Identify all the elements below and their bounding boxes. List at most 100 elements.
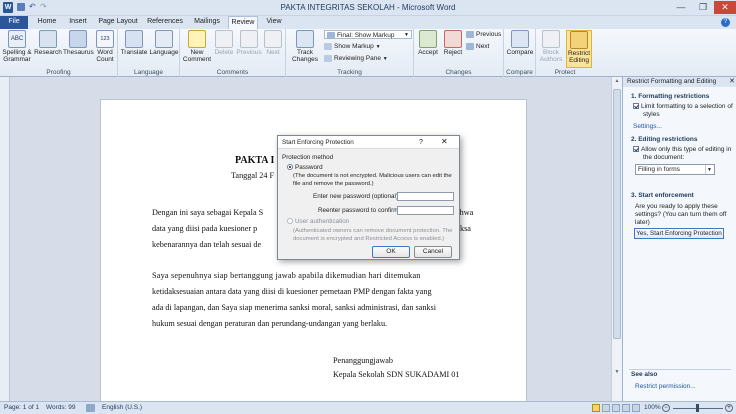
page-count[interactable]: Page: 1 of 1 [4, 404, 39, 411]
vertical-scrollbar[interactable]: ▲ ▼ [611, 77, 622, 401]
zoom-level[interactable]: 100% [644, 404, 661, 411]
dropdown-arrow-icon: ▼ [375, 44, 381, 50]
new-comment-button[interactable]: New Comment [182, 30, 212, 63]
show-markup-label: Show Markup [334, 43, 374, 50]
tab-view[interactable]: View [262, 16, 286, 29]
password-radio[interactable]: Password [287, 164, 323, 171]
formatting-checkbox[interactable]: Limit formatting to a selection of [633, 103, 733, 111]
dropdown-arrow-icon: ▼ [705, 165, 713, 174]
language-button[interactable]: Language [149, 30, 179, 56]
track-changes-icon [296, 30, 314, 48]
tab-home[interactable]: Home [33, 16, 61, 29]
dialog-help-icon[interactable]: ? [419, 139, 423, 146]
group-label-language: Language [134, 69, 163, 76]
editing-checkbox[interactable]: Allow only this type of editing in [633, 146, 731, 154]
reject-icon [444, 30, 462, 48]
track-changes-label: Track Changes [291, 49, 319, 63]
tab-mailings[interactable]: Mailings [190, 16, 224, 29]
group-label-protect: Protect [554, 69, 576, 76]
reviewing-pane-button[interactable]: Reviewing Pane ▼ [324, 54, 388, 63]
zoom-in-icon[interactable]: + [725, 404, 733, 412]
reject-button[interactable]: Reject [441, 30, 465, 56]
confirm-password-field[interactable] [397, 206, 454, 215]
section-enforcement-title: 3. Start enforcement [631, 192, 694, 199]
password-radio-icon[interactable] [287, 164, 293, 170]
paragraph-1-line-3: kebenarannya dan telah sesuai de [152, 240, 262, 249]
dialog-close-icon[interactable]: ✕ [441, 137, 448, 145]
editing-check-label-2: the document: [643, 154, 685, 161]
new-password-field[interactable] [397, 192, 454, 201]
full-screen-icon[interactable] [602, 404, 610, 412]
outline-icon[interactable] [622, 404, 630, 412]
minimize-icon[interactable]: — [670, 1, 692, 14]
start-enforcing-button[interactable]: Yes, Start Enforcing Protection [634, 228, 724, 239]
tab-references[interactable]: References [144, 16, 186, 29]
word-count[interactable]: Words: 99 [46, 404, 76, 411]
next-comment-label: Next [266, 49, 280, 56]
paragraph-2-line-2: ketidaksesuaian antara data yang diisi d… [152, 287, 432, 296]
user-auth-radio[interactable]: User authentication [287, 218, 349, 225]
display-for-review-select[interactable]: Final: Show Markup ▼ [324, 30, 412, 39]
user-auth-radio-icon[interactable] [287, 218, 293, 224]
accept-button[interactable]: Accept [416, 30, 440, 56]
scroll-up-icon[interactable]: ▲ [613, 78, 621, 86]
previous-comment-label: Previous [236, 49, 262, 56]
formatting-check-icon[interactable] [633, 103, 639, 109]
scroll-thumb[interactable] [613, 89, 621, 339]
proofing-status-icon[interactable] [86, 404, 95, 412]
settings-link[interactable]: Settings... [633, 123, 662, 131]
zoom-slider-thumb[interactable] [696, 404, 699, 412]
zoom-out-icon[interactable]: − [662, 404, 670, 412]
tab-insert[interactable]: Insert [64, 16, 92, 29]
thesaurus-button[interactable]: Thesaurus [63, 30, 94, 56]
user-auth-note-1: (Authenticated owners can remove documen… [293, 228, 453, 234]
ok-button[interactable]: OK [372, 246, 410, 258]
block-authors-button[interactable]: Block Authors [538, 30, 564, 63]
next-comment-button[interactable]: Next [262, 30, 284, 56]
print-layout-icon[interactable] [592, 404, 600, 412]
paragraph-1-line-1: Dengan ini saya sebagai Kepala S [152, 208, 264, 217]
enforcement-text-3: later) [635, 219, 650, 226]
web-layout-icon[interactable] [612, 404, 620, 412]
compare-button[interactable]: Compare [506, 30, 534, 56]
editing-type-select[interactable]: Filling in forms ▼ [635, 164, 715, 175]
draft-icon[interactable] [632, 404, 640, 412]
previous-change-icon [466, 30, 474, 38]
track-changes-button[interactable]: Track Changes [288, 30, 322, 63]
group-label-changes: Changes [445, 69, 472, 76]
language-status[interactable]: English (U.S.) [102, 404, 142, 411]
translate-button[interactable]: Translate [120, 30, 148, 56]
password-note-1: (The document is not encrypted. Maliciou… [293, 173, 452, 179]
previous-comment-button[interactable]: Previous [236, 30, 262, 56]
delete-comment-button[interactable]: Delete [212, 30, 236, 56]
next-change-label: Next [476, 43, 490, 50]
research-label: Research [34, 49, 62, 56]
restrict-editing-button[interactable]: Restrict Editing [566, 30, 592, 68]
formatting-check-label-2: styles [643, 111, 660, 118]
maximize-icon[interactable]: ❐ [692, 1, 714, 14]
help-icon[interactable]: ? [721, 18, 730, 27]
restrict-permission-link[interactable]: Restrict permission... [635, 383, 696, 391]
previous-change-button[interactable]: Previous [466, 30, 501, 39]
cancel-button[interactable]: Cancel [414, 246, 452, 258]
signature-role: Penanggungjawab [333, 356, 394, 365]
display-review-value: Final: Show Markup [337, 32, 395, 39]
next-change-button[interactable]: Next [466, 42, 489, 51]
spelling-grammar-button[interactable]: ABC Spelling & Grammar [2, 30, 32, 63]
tab-file[interactable]: File [0, 16, 28, 29]
word-count-button[interactable]: 123 Word Count [94, 30, 116, 63]
window-title: PAKTA INTEGRITAS SEKOLAH - Microsoft Wor… [280, 3, 456, 12]
pane-close-icon[interactable]: ✕ [727, 77, 735, 87]
editing-check-icon[interactable] [633, 146, 639, 152]
start-enforcing-dialog: Start Enforcing Protection ? ✕ Protectio… [277, 135, 460, 260]
new-password-label: Enter new password (optional): [313, 193, 400, 200]
tab-page-layout[interactable]: Page Layout [96, 16, 140, 29]
paragraph-2-line-3: ada di lapangan, dan Saya siap menerima … [152, 303, 436, 312]
thesaurus-icon [69, 30, 87, 48]
scroll-down-icon[interactable]: ▼ [613, 369, 621, 377]
close-icon[interactable]: ✕ [714, 1, 736, 14]
enforcement-text-2: settings? (You can turn them off [635, 211, 727, 218]
tab-review[interactable]: Review [228, 16, 258, 29]
show-markup-button[interactable]: Show Markup ▼ [324, 42, 381, 51]
research-button[interactable]: Research [34, 30, 62, 56]
